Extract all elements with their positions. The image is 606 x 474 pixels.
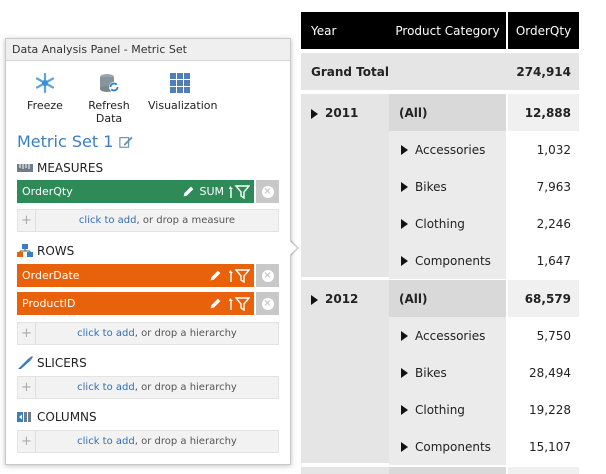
- category-all: [389, 467, 506, 474]
- row-drop-zone[interactable]: + click to add, or drop a hierarchy: [17, 322, 279, 345]
- grand-total-row: Grand Total 274,914: [301, 53, 579, 90]
- year-label: 2012: [325, 292, 359, 306]
- row-pill-orderdate[interactable]: OrderDate: [17, 264, 254, 287]
- remove-row-button[interactable]: ×: [256, 264, 279, 287]
- header-year[interactable]: Year: [301, 12, 389, 49]
- expand-triangle-icon[interactable]: [311, 108, 318, 119]
- category-row[interactable]: Components: [389, 242, 506, 279]
- measure-pill-orderqty[interactable]: OrderQty SUM: [17, 180, 254, 203]
- plus-icon[interactable]: +: [18, 323, 36, 344]
- metric-set-title[interactable]: Metric Set 1: [17, 132, 133, 151]
- remove-row-button[interactable]: ×: [256, 292, 279, 315]
- qty-value: 1,032: [508, 131, 579, 168]
- edit-pencil-icon[interactable]: [119, 135, 133, 149]
- aggregation-label[interactable]: SUM: [199, 185, 224, 198]
- slicer-knife-icon: [18, 356, 33, 369]
- panel-pointer-inner: [289, 240, 297, 256]
- category-row[interactable]: Bikes: [389, 168, 506, 205]
- expand-triangle-icon[interactable]: [401, 218, 408, 229]
- grand-total-label: Grand Total: [311, 64, 389, 79]
- qty-value: 12,888: [508, 94, 579, 131]
- close-icon: ×: [261, 185, 274, 198]
- year-label: 2011: [325, 106, 359, 120]
- category-row[interactable]: Accessories: [389, 131, 506, 168]
- panel-title: Data Analysis Panel - Metric Set: [6, 39, 290, 61]
- click-to-add-link[interactable]: click to add: [79, 215, 137, 226]
- qty-value: 2,246: [508, 205, 579, 242]
- measure-drop-zone[interactable]: + click to add, or drop a measure: [17, 209, 279, 232]
- expand-triangle-icon[interactable]: [311, 294, 318, 305]
- slicer-drop-zone[interactable]: + click to add, or drop a hierarchy: [17, 376, 279, 399]
- qty-value: 15,107: [508, 428, 579, 465]
- sort-filter-icon[interactable]: [228, 296, 250, 311]
- sort-filter-icon[interactable]: [228, 268, 250, 283]
- sort-filter-icon[interactable]: [228, 184, 250, 199]
- section-rows: ROWS: [17, 244, 74, 258]
- section-slicers: SLICERS: [17, 356, 87, 370]
- section-measures: MEASURES: [17, 161, 103, 175]
- snowflake-icon: [35, 72, 55, 94]
- columns-icon: [17, 412, 31, 422]
- qty-value: 1,647: [508, 242, 579, 279]
- expand-triangle-icon[interactable]: [401, 404, 408, 415]
- category-all: (All): [389, 94, 506, 131]
- click-to-add-link[interactable]: click to add: [77, 436, 135, 447]
- remove-measure-button[interactable]: ×: [256, 180, 279, 203]
- qty-value: 7,963: [508, 168, 579, 205]
- data-analysis-panel: Data Analysis Panel - Metric Set Freeze …: [5, 38, 291, 465]
- qty-value: 28,494: [508, 354, 579, 391]
- year-cell-2012[interactable]: 2012: [301, 280, 389, 463]
- plus-icon[interactable]: +: [18, 377, 36, 398]
- edit-pencil-icon[interactable]: [209, 297, 222, 310]
- refresh-data-label: Refresh Data: [88, 99, 130, 125]
- panel-toolbar: Freeze Refresh Data Visualization: [6, 67, 290, 125]
- category-row[interactable]: Clothing: [389, 391, 506, 428]
- freeze-label: Freeze: [27, 99, 63, 112]
- category-row[interactable]: Clothing: [389, 205, 506, 242]
- close-icon: ×: [261, 297, 274, 310]
- row-name: OrderDate: [22, 269, 80, 282]
- year-cell-2011[interactable]: 2011: [301, 94, 389, 277]
- category-row[interactable]: Accessories: [389, 317, 506, 354]
- category-all: (All): [389, 280, 506, 317]
- measure-name: OrderQty: [22, 185, 73, 198]
- expand-triangle-icon[interactable]: [401, 144, 408, 155]
- plus-icon[interactable]: +: [18, 431, 36, 452]
- qty-value: 19,228: [508, 391, 579, 428]
- expand-triangle-icon[interactable]: [401, 441, 408, 452]
- row-pill-productid[interactable]: ProductID: [17, 292, 254, 315]
- qty-value: 5,750: [508, 317, 579, 354]
- category-row[interactable]: Bikes: [389, 354, 506, 391]
- edit-pencil-icon[interactable]: [182, 185, 195, 198]
- visualization-label: Visualization: [148, 99, 218, 112]
- section-columns: COLUMNS: [17, 410, 97, 424]
- visualization-button[interactable]: Visualization: [148, 71, 217, 112]
- expand-triangle-icon[interactable]: [401, 367, 408, 378]
- close-icon: ×: [261, 269, 274, 282]
- hierarchy-icon: [17, 244, 33, 257]
- freeze-button[interactable]: Freeze: [20, 71, 70, 112]
- pivot-table: Year Product Category OrderQty Grand Tot…: [301, 12, 606, 474]
- header-orderqty[interactable]: OrderQty: [508, 12, 579, 49]
- expand-triangle-icon[interactable]: [401, 181, 408, 192]
- year-cell-next: [301, 467, 389, 474]
- header-product-category[interactable]: Product Category: [389, 12, 506, 49]
- column-drop-zone[interactable]: + click to add, or drop a hierarchy: [17, 430, 279, 453]
- database-refresh-icon: [100, 74, 119, 92]
- category-row[interactable]: Components: [389, 428, 506, 465]
- grand-total-value: 274,914: [516, 64, 571, 79]
- row-name: ProductID: [22, 297, 76, 310]
- plus-icon[interactable]: +: [18, 210, 36, 231]
- expand-triangle-icon[interactable]: [401, 330, 408, 341]
- click-to-add-link[interactable]: click to add: [77, 382, 135, 393]
- grid-icon: [170, 73, 190, 93]
- refresh-data-button[interactable]: Refresh Data: [76, 71, 142, 125]
- qty-value: 68,579: [508, 280, 579, 317]
- click-to-add-link[interactable]: click to add: [77, 328, 135, 339]
- expand-triangle-icon[interactable]: [401, 255, 408, 266]
- qty-value: [508, 467, 579, 474]
- edit-pencil-icon[interactable]: [209, 269, 222, 282]
- ruler-icon: [17, 164, 33, 172]
